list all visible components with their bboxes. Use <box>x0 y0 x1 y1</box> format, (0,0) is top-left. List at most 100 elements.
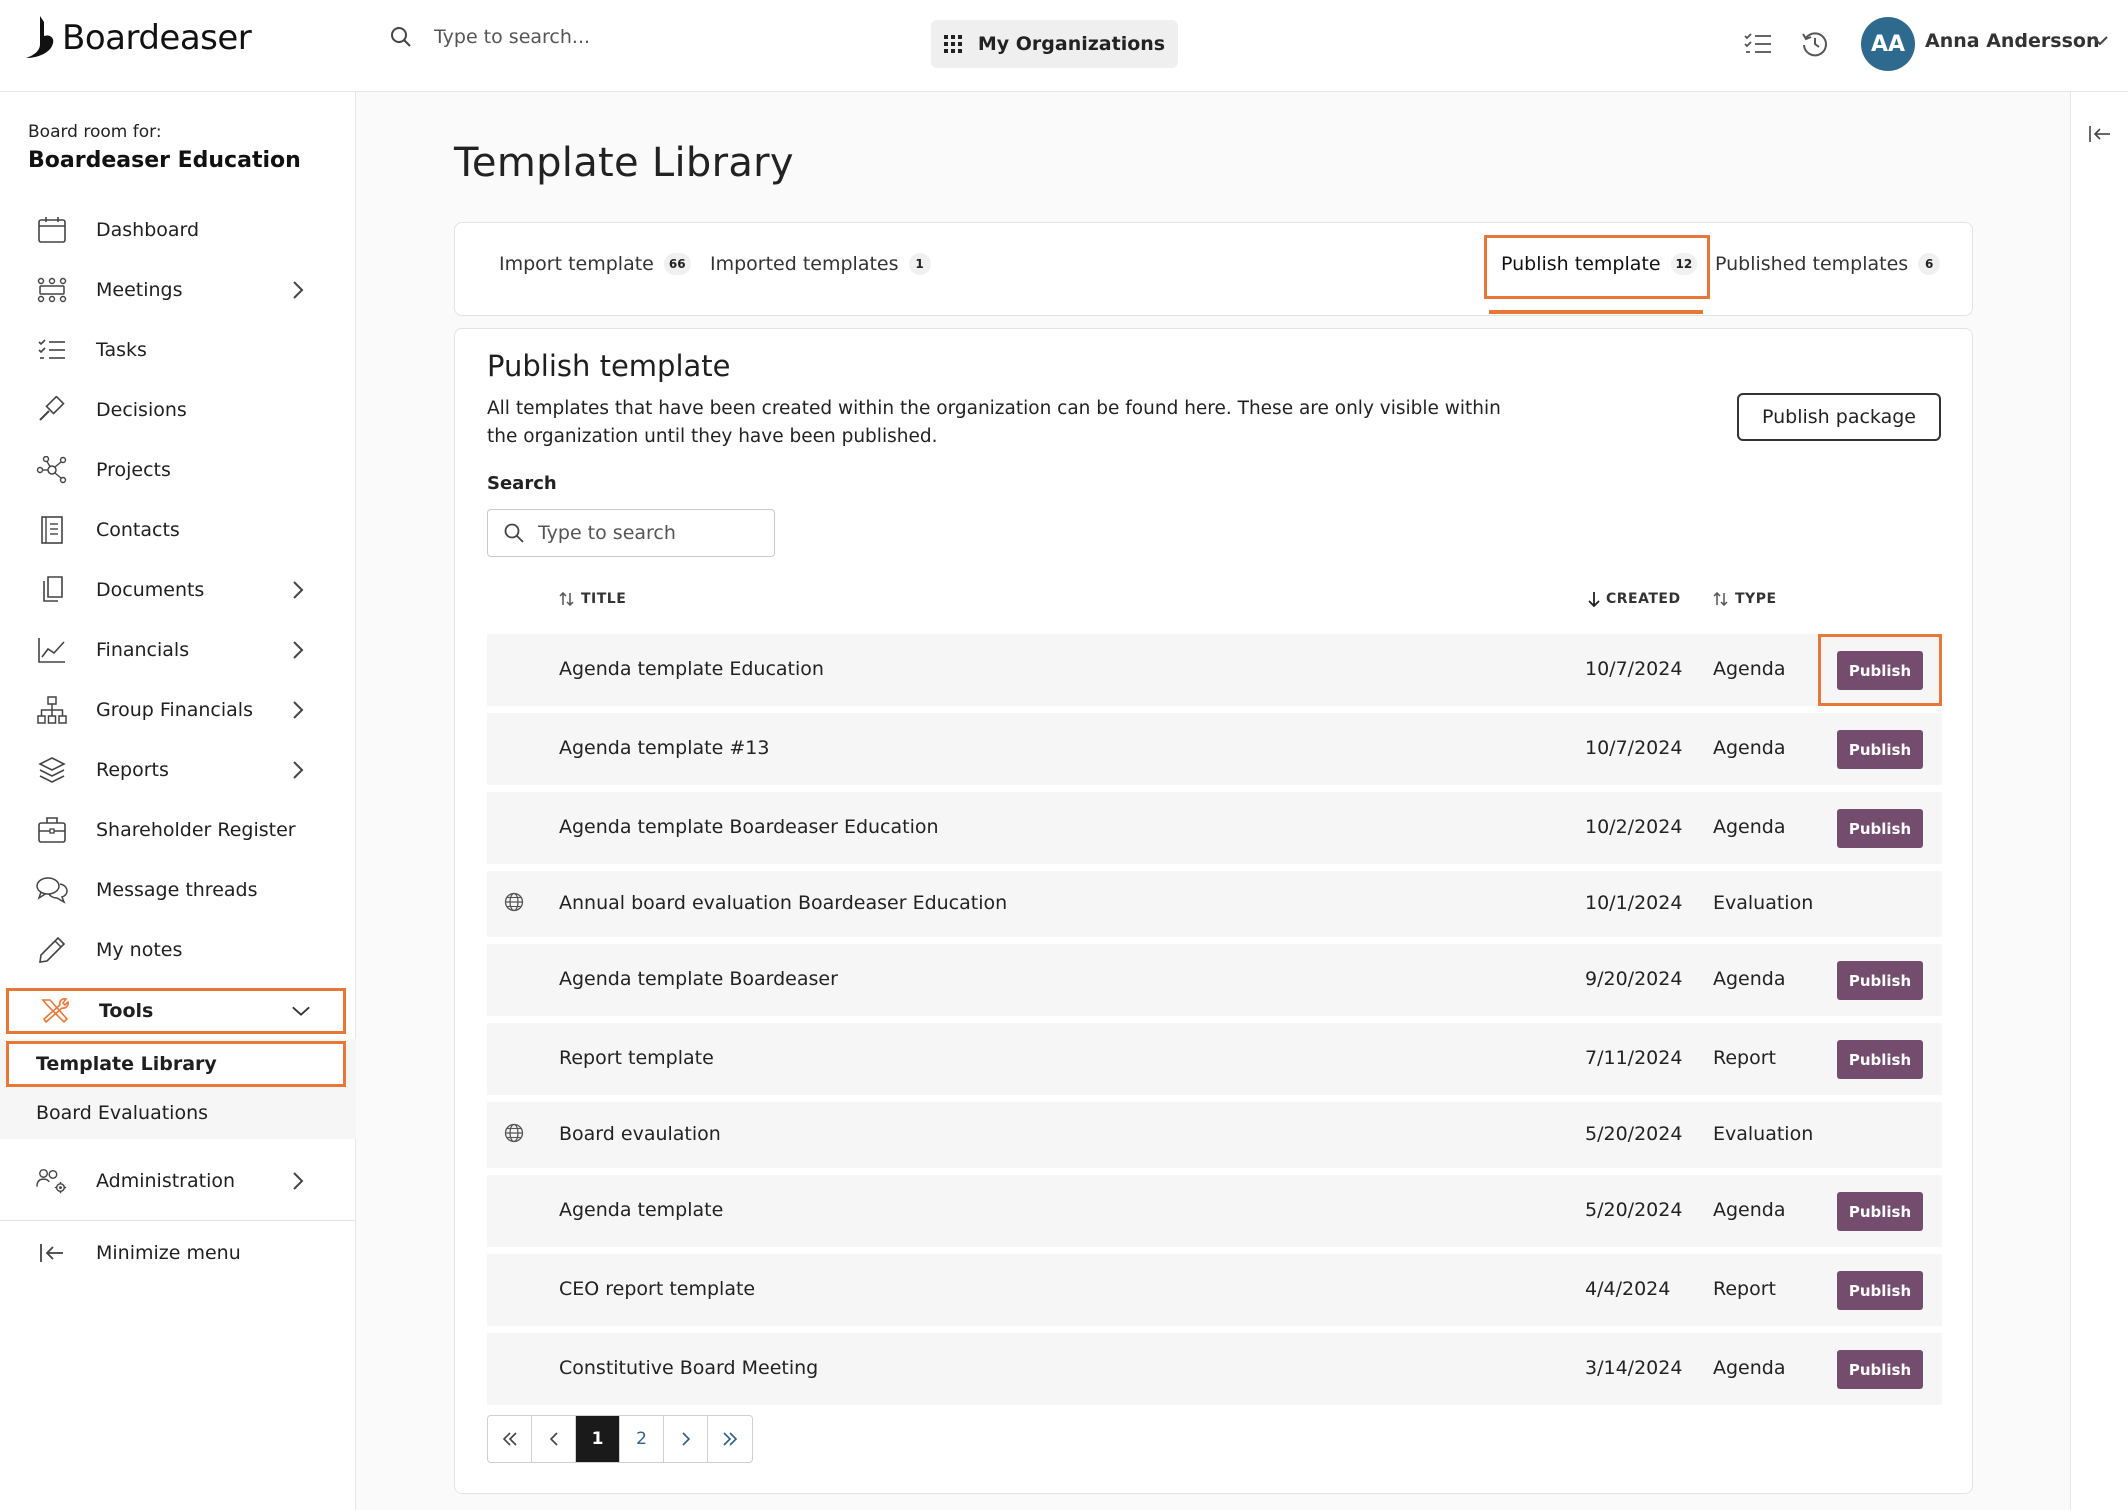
sidebar-item-label: My notes <box>96 939 183 961</box>
sidebar-item-tasks[interactable]: Tasks <box>0 322 356 378</box>
tab-publish-template[interactable]: Publish template 12 <box>1501 253 1698 275</box>
sidebar-item-financials[interactable]: Financials <box>0 622 356 678</box>
table-row[interactable]: Agenda template Boardeaser 9/20/2024 Age… <box>487 944 1942 1016</box>
chevron-right-icon[interactable] <box>288 580 308 600</box>
tab-imported-templates[interactable]: Imported templates 1 <box>710 253 931 275</box>
history-icon[interactable] <box>1799 28 1831 60</box>
template-search-input[interactable] <box>538 522 758 544</box>
section-title: Publish template <box>487 349 731 383</box>
publish-button[interactable]: Publish <box>1837 1271 1923 1310</box>
table-row[interactable]: Annual board evaluation Boardeaser Educa… <box>487 871 1942 937</box>
row-type: Evaluation <box>1713 892 1814 914</box>
collapse-panel-icon[interactable] <box>2088 124 2112 148</box>
publish-button[interactable]: Publish <box>1837 1192 1923 1231</box>
submenu-item-board-evaluations[interactable]: Board Evaluations <box>6 1090 346 1136</box>
search-label: Search <box>487 473 557 494</box>
sidebar-item-reports[interactable]: Reports <box>0 742 356 798</box>
tab-count-badge: 66 <box>663 253 691 275</box>
page-button-1[interactable]: 1 <box>576 1416 620 1462</box>
chevron-down-icon[interactable] <box>291 1001 311 1021</box>
table-row[interactable]: Constitutive Board Meeting 3/14/2024 Age… <box>487 1333 1942 1405</box>
sidebar-item-administration[interactable]: Administration <box>0 1153 356 1209</box>
publish-button[interactable]: Publish <box>1837 809 1923 848</box>
template-search[interactable] <box>487 509 775 557</box>
sidebar-item-dashboard[interactable]: Dashboard <box>0 202 356 258</box>
sidebar-item-contacts[interactable]: Contacts <box>0 502 356 558</box>
sort-icon <box>559 592 574 606</box>
publish-button[interactable]: Publish <box>1837 1350 1923 1389</box>
chevron-right-icon[interactable] <box>288 1171 308 1191</box>
global-search[interactable] <box>390 26 834 48</box>
sidebar-divider <box>0 1220 356 1221</box>
publish-package-button[interactable]: Publish package <box>1737 393 1941 441</box>
chevron-down-icon[interactable] <box>2090 30 2110 54</box>
active-tab-underline <box>1489 310 1703 314</box>
chevron-right-icon[interactable] <box>288 280 308 300</box>
first-page-button[interactable] <box>488 1416 532 1462</box>
publish-template-panel: Publish template All templates that have… <box>454 328 1973 1494</box>
sidebar-item-my-notes[interactable]: My notes <box>0 922 356 978</box>
tab-label: Imported templates <box>710 253 899 275</box>
row-type: Agenda <box>1713 737 1786 759</box>
row-type: Agenda <box>1713 658 1786 680</box>
minimize-menu-button[interactable]: Minimize menu <box>0 1225 356 1281</box>
row-type: Agenda <box>1713 1357 1786 1379</box>
next-page-button[interactable] <box>664 1416 708 1462</box>
publish-button[interactable]: Publish <box>1837 961 1923 1000</box>
column-header-title[interactable]: TITLE <box>559 591 626 607</box>
chart-icon <box>36 634 68 666</box>
chevron-right-icon[interactable] <box>288 760 308 780</box>
my-organizations-button[interactable]: My Organizations <box>931 20 1178 68</box>
minimize-menu-label: Minimize menu <box>96 1242 241 1264</box>
sidebar-item-projects[interactable]: Projects <box>0 442 356 498</box>
sidebar-item-tools[interactable]: Tools <box>6 988 346 1034</box>
last-page-button[interactable] <box>708 1416 752 1462</box>
sidebar-item-message-threads[interactable]: Message threads <box>0 862 356 918</box>
search-icon <box>504 523 524 543</box>
column-header-type[interactable]: TYPE <box>1713 591 1777 607</box>
chevron-right-icon[interactable] <box>288 700 308 720</box>
table-row[interactable]: CEO report template 4/4/2024 Report Publ… <box>487 1254 1942 1326</box>
table-row[interactable]: Agenda template #13 10/7/2024 Agenda Pub… <box>487 713 1942 785</box>
sidebar-item-meetings[interactable]: Meetings <box>0 262 356 318</box>
table-row[interactable]: Agenda template 5/20/2024 Agenda Publish <box>487 1175 1942 1247</box>
publish-button[interactable]: Publish <box>1837 1040 1923 1079</box>
table-row[interactable]: Report template 7/11/2024 Report Publish <box>487 1023 1942 1095</box>
submenu-item-label: Board Evaluations <box>36 1102 209 1124</box>
chevron-right-icon[interactable] <box>288 640 308 660</box>
row-title: Agenda template Boardeaser Education <box>559 816 939 838</box>
sidebar-item-shareholder-register[interactable]: Shareholder Register <box>0 802 356 858</box>
submenu-item-template-library[interactable]: Template Library <box>6 1041 346 1087</box>
tab-published-templates[interactable]: Published templates 6 <box>1715 253 1941 275</box>
checklist-icon <box>36 334 68 366</box>
sidebar-item-documents[interactable]: Documents <box>0 562 356 618</box>
gavel-icon <box>36 394 68 426</box>
row-created: 10/7/2024 <box>1585 737 1683 759</box>
user-avatar[interactable]: AA <box>1861 17 1915 71</box>
publish-button[interactable]: Publish <box>1837 730 1923 769</box>
tools-submenu: Template Library Board Evaluations <box>0 1039 356 1139</box>
row-created: 10/2/2024 <box>1585 816 1683 838</box>
sidebar-item-label: Contacts <box>96 519 180 541</box>
sidebar: Board room for: Boardeaser Education Das… <box>0 92 356 1510</box>
tab-import-template[interactable]: Import template 66 <box>499 253 691 275</box>
column-header-created[interactable]: CREATED <box>1588 591 1681 607</box>
global-search-input[interactable] <box>434 26 834 48</box>
row-created: 10/1/2024 <box>1585 892 1683 914</box>
page-button-2[interactable]: 2 <box>620 1416 664 1462</box>
tasks-checklist-icon[interactable] <box>1742 28 1774 60</box>
my-organizations-label: My Organizations <box>977 33 1166 55</box>
logo[interactable]: Boardeaser <box>26 16 252 60</box>
row-created: 5/20/2024 <box>1585 1199 1683 1221</box>
user-name[interactable]: Anna Andersson <box>1925 30 2099 52</box>
row-title: Agenda template <box>559 1199 724 1221</box>
column-header-label: TITLE <box>581 591 627 607</box>
sidebar-item-group-financials[interactable]: Group Financials <box>0 682 356 738</box>
table-row[interactable]: Agenda template Boardeaser Education 10/… <box>487 792 1942 864</box>
sidebar-item-decisions[interactable]: Decisions <box>0 382 356 438</box>
table-row[interactable]: Board evaulation 5/20/2024 Evaluation <box>487 1102 1942 1168</box>
chevron-left-icon <box>549 1432 558 1446</box>
table-row[interactable]: Agenda template Education 10/7/2024 Agen… <box>487 634 1942 706</box>
row-created: 10/7/2024 <box>1585 658 1683 680</box>
prev-page-button[interactable] <box>532 1416 576 1462</box>
